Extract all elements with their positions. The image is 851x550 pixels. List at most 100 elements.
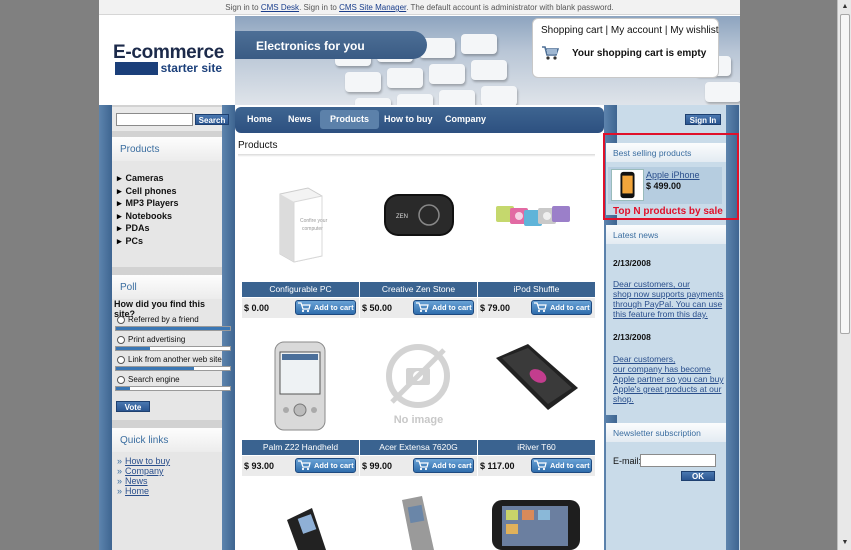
product-name[interactable]: Acer Extensa 7620G bbox=[360, 440, 477, 455]
shopping-cart-link[interactable]: Shopping cart bbox=[541, 25, 603, 36]
scroll-up-icon[interactable]: ▲ bbox=[840, 1, 850, 13]
my-wishlist-link[interactable]: My wishlist bbox=[670, 25, 718, 36]
category-notebooks[interactable]: Notebooks bbox=[117, 210, 179, 223]
quick-link-item[interactable]: Home bbox=[117, 486, 170, 496]
nav-news[interactable]: News bbox=[278, 110, 322, 129]
product-name[interactable]: Palm Z22 Handheld bbox=[242, 440, 359, 455]
email-field[interactable] bbox=[640, 454, 716, 467]
cms-desk-link[interactable]: CMS Desk bbox=[261, 3, 299, 12]
poll-option[interactable]: Referred by a friend bbox=[117, 315, 199, 324]
product-name[interactable]: Configurable PC bbox=[242, 282, 359, 297]
news-link[interactable]: Dear customers, our company has become App… bbox=[613, 354, 726, 404]
product-card: No image Acer Extensa 7620G $ 99.00 Add … bbox=[360, 318, 477, 478]
poll-result-bar bbox=[115, 326, 231, 331]
my-account-link[interactable]: My account bbox=[611, 25, 662, 36]
cart-icon bbox=[416, 460, 429, 471]
vote-button[interactable]: Vote bbox=[116, 401, 150, 412]
poll-result-bar bbox=[115, 366, 231, 371]
product-price: $ 99.00 bbox=[362, 461, 393, 471]
add-to-cart-button[interactable]: Add to cart bbox=[531, 300, 592, 315]
admin-signin-bar: Sign in to CMS Desk. Sign in to CMS Site… bbox=[99, 0, 740, 15]
newsletter-title: Newsletter subscription bbox=[606, 423, 726, 442]
cms-site-manager-link[interactable]: CMS Site Manager bbox=[339, 3, 406, 12]
news-date: 2/13/2008 bbox=[613, 258, 651, 268]
category-pdas[interactable]: PDAs bbox=[117, 222, 179, 235]
poll-option-label: Print advertising bbox=[128, 335, 186, 344]
banner-title-tab: Electronics for you bbox=[235, 31, 427, 59]
search-panel: Search bbox=[112, 107, 229, 131]
radio-button[interactable] bbox=[117, 375, 125, 384]
radio-button[interactable] bbox=[117, 315, 125, 324]
product-image-flip-phone[interactable] bbox=[360, 490, 477, 550]
add-to-cart-button[interactable]: Add to cart bbox=[295, 300, 356, 315]
cart-icon bbox=[534, 460, 547, 471]
left-column: Search Products Cameras Cell phones MP3 … bbox=[99, 105, 235, 550]
news-link[interactable]: Dear customers, our shop now supports pay… bbox=[613, 279, 726, 319]
banner-title: Electronics for you bbox=[256, 39, 365, 53]
no-image-placeholder[interactable]: No image bbox=[360, 318, 477, 438]
category-pcs[interactable]: PCs bbox=[117, 235, 179, 248]
product-image-ipod-shuffle[interactable] bbox=[478, 160, 595, 280]
quick-links-panel: Quick links How to buy Company News Home bbox=[112, 428, 222, 550]
topbar-text-3: . The default account is administrator w… bbox=[406, 3, 614, 12]
add-to-cart-label: Add to cart bbox=[550, 303, 590, 312]
topbar-text-1: Sign in to bbox=[225, 3, 261, 12]
radio-button[interactable] bbox=[117, 335, 125, 344]
newsletter-ok-button[interactable]: OK bbox=[681, 471, 715, 481]
product-name[interactable]: Creative Zen Stone bbox=[360, 282, 477, 297]
nav-home[interactable]: Home bbox=[237, 110, 282, 129]
search-input[interactable] bbox=[116, 113, 193, 126]
product-card: ZEN Creative Zen Stone $ 50.00 Add to ca… bbox=[360, 160, 477, 320]
category-cell-phones[interactable]: Cell phones bbox=[117, 185, 179, 198]
page: Sign in to CMS Desk. Sign in to CMS Site… bbox=[99, 0, 740, 550]
link-separator: | bbox=[664, 25, 668, 36]
add-to-cart-button[interactable]: Add to cart bbox=[531, 458, 592, 473]
poll-option[interactable]: Print advertising bbox=[117, 335, 185, 344]
sign-in-button[interactable]: Sign In bbox=[685, 114, 721, 125]
logo-line-2: starter site bbox=[157, 61, 222, 75]
categories-title: Products bbox=[112, 137, 222, 161]
radio-button[interactable] bbox=[117, 355, 125, 364]
site-logo[interactable]: E-commerce starter site bbox=[99, 16, 235, 105]
window-scrollbar[interactable]: ▲ ▼ bbox=[837, 0, 851, 550]
category-mp3-players[interactable]: MP3 Players bbox=[117, 197, 179, 210]
product-image-iriver[interactable] bbox=[478, 318, 595, 438]
email-label: E-mail: bbox=[613, 456, 642, 466]
poll-option[interactable]: Link from another web site bbox=[117, 355, 222, 364]
shopping-cart-icon[interactable] bbox=[541, 45, 559, 61]
quick-link-item[interactable]: Company bbox=[117, 466, 170, 476]
latest-news-title: Latest news bbox=[606, 225, 726, 244]
product-image-nokia[interactable] bbox=[242, 490, 359, 550]
scroll-down-icon[interactable]: ▼ bbox=[840, 537, 850, 549]
poll-option[interactable]: Search engine bbox=[117, 375, 180, 384]
product-card: Confire your computer Configurable PC $ … bbox=[242, 160, 359, 320]
quick-link-item[interactable]: How to buy bbox=[117, 456, 170, 466]
cart-box: Shopping cart | My account | My wishlist… bbox=[532, 18, 719, 78]
category-cameras[interactable]: Cameras bbox=[117, 172, 179, 185]
product-price: $ 117.00 bbox=[480, 461, 515, 471]
product-image-palm[interactable] bbox=[242, 318, 359, 438]
search-button[interactable]: Search bbox=[195, 114, 229, 125]
product-price-row: $ 0.00 Add to cart bbox=[242, 298, 359, 318]
nav-company[interactable]: Company bbox=[435, 110, 496, 129]
page-title: Products bbox=[238, 140, 278, 151]
scroll-thumb[interactable] bbox=[840, 14, 850, 334]
product-image-pc[interactable]: Confire your computer bbox=[242, 160, 359, 280]
add-to-cart-button[interactable]: Add to cart bbox=[413, 300, 474, 315]
product-name[interactable]: iPod Shuffle bbox=[478, 282, 595, 297]
product-image-media-player[interactable] bbox=[478, 490, 595, 550]
product-name[interactable]: iRiver T60 bbox=[478, 440, 595, 455]
quick-link-item[interactable]: News bbox=[117, 476, 170, 486]
cart-status: Your shopping cart is empty bbox=[572, 48, 707, 59]
product-image-zen-stone[interactable]: ZEN bbox=[360, 160, 477, 280]
product-price: $ 93.00 bbox=[244, 461, 275, 471]
add-to-cart-button[interactable]: Add to cart bbox=[295, 458, 356, 473]
product-card: Palm Z22 Handheld $ 93.00 Add to cart bbox=[242, 318, 359, 478]
add-to-cart-button[interactable]: Add to cart bbox=[413, 458, 474, 473]
categories-panel: Products Cameras Cell phones MP3 Players… bbox=[112, 137, 222, 267]
logo-bar: starter site bbox=[115, 61, 222, 75]
header-banner: Electronics for you Shopping cart | My a… bbox=[235, 16, 740, 105]
nav-products[interactable]: Products bbox=[320, 110, 380, 129]
nav-how-to-buy[interactable]: How to buy bbox=[374, 110, 443, 129]
main-navigation: Home News Products How to buy Company bbox=[235, 107, 604, 133]
